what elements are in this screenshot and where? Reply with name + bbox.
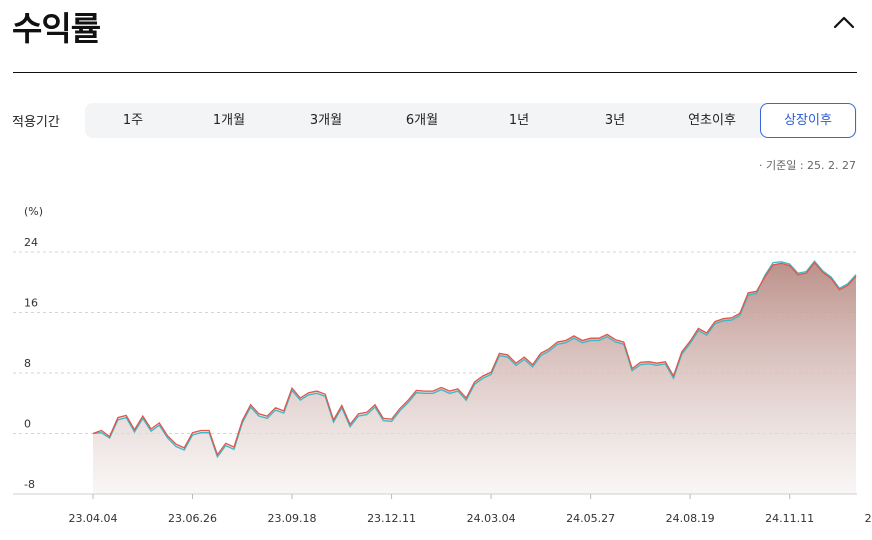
x-tick-label: 24.03.04 bbox=[467, 512, 516, 525]
return-area-fill bbox=[93, 262, 856, 494]
y-tick-label: 8 bbox=[24, 357, 31, 370]
y-tick-label: 0 bbox=[24, 418, 31, 431]
x-tick-label: 23.06.26 bbox=[168, 512, 217, 525]
y-tick-label: -8 bbox=[24, 478, 35, 491]
x-tick-label: 23.09.18 bbox=[268, 512, 317, 525]
x-tick-label: 24.08.19 bbox=[666, 512, 715, 525]
y-tick-label: 16 bbox=[24, 297, 38, 310]
x-tick-label: 23.04.04 bbox=[69, 512, 118, 525]
x-tick-label: 24.05.27 bbox=[566, 512, 615, 525]
x-tick-label: 25.02.03 bbox=[865, 512, 872, 525]
return-chart: 24 16 8 0 -8 23.04.04 23.06.26 23.09.18 23.12.1… bbox=[13, 236, 872, 525]
x-tick-label: 23.12.11 bbox=[367, 512, 416, 525]
y-tick-label: 24 bbox=[24, 236, 38, 249]
x-tick-label: 24.11.11 bbox=[765, 512, 814, 525]
